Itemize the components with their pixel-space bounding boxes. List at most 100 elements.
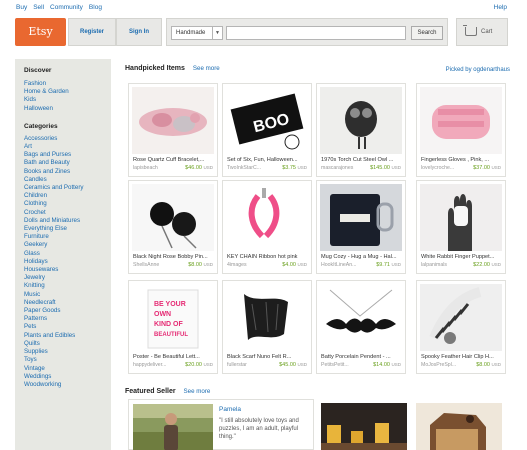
product-image[interactable]: BE YOUR OWN KIND OF BEAUTIFUL xyxy=(132,284,214,351)
shop-name[interactable]: happydeliver... xyxy=(133,362,166,368)
product-image[interactable] xyxy=(420,284,502,351)
sidebar-item-kids[interactable]: Kids xyxy=(24,96,111,104)
sidebar-item-weddings[interactable]: Weddings xyxy=(24,373,111,381)
product-card[interactable]: Batty Porcelain Pendent - ... PetitsPetit… xyxy=(316,280,406,374)
search-category-select[interactable]: Handmade ▼ xyxy=(171,26,223,40)
sidebar-item-vintage[interactable]: Vintage xyxy=(24,365,111,373)
cart-button[interactable]: Cart xyxy=(456,18,508,46)
sidebar-item-bath-and-beauty[interactable]: Bath and Beauty xyxy=(24,159,111,167)
product-title[interactable]: Batty Porcelain Pendent - ... xyxy=(321,354,403,360)
product-card[interactable]: Fingerless Gloves , Pink, ... lovelycroch… xyxy=(416,83,506,177)
product-image[interactable] xyxy=(320,284,402,351)
product-title[interactable]: KEY CHAIN Ribbon hot pink xyxy=(227,254,309,260)
featured-see-more-link[interactable]: See more xyxy=(184,388,211,395)
shop-name[interactable]: ShellsAnne xyxy=(133,262,159,268)
product-title[interactable]: Black Night Rose Bobby Pin... xyxy=(133,254,215,260)
product-image[interactable]: BOO xyxy=(226,87,308,154)
shop-name[interactable]: fullerstar xyxy=(227,362,247,368)
shop-name[interactable]: 4images xyxy=(227,262,247,268)
sidebar-item-supplies[interactable]: Supplies xyxy=(24,348,111,356)
shop-name[interactable]: HookItLineAn... xyxy=(321,262,356,268)
shop-name[interactable]: PetitsPetit... xyxy=(321,362,349,368)
search-input[interactable] xyxy=(226,26,406,40)
sidebar-item-knitting[interactable]: Knitting xyxy=(24,282,111,290)
handpicked-see-more-link[interactable]: See more xyxy=(193,65,220,72)
sidebar-item-quilts[interactable]: Quilts xyxy=(24,340,111,348)
product-title[interactable]: Black Scarf Nuno Felt R... xyxy=(227,354,309,360)
sign-in-button[interactable]: Sign In xyxy=(116,18,162,46)
product-card[interactable]: White Rabbit Finger Puppet... lalpanimals… xyxy=(416,180,506,274)
sidebar-item-halloween[interactable]: Halloween xyxy=(24,105,111,113)
register-button[interactable]: Register xyxy=(68,18,116,46)
product-card[interactable]: Black Scarf Nuno Felt R... fullerstar $45.… xyxy=(222,280,312,374)
product-title[interactable]: White Rabbit Finger Puppet... xyxy=(421,254,503,260)
sidebar-item-bags-and-purses[interactable]: Bags and Purses xyxy=(24,151,111,159)
etsy-logo[interactable]: Etsy xyxy=(15,18,66,46)
sidebar-item-holidays[interactable]: Holidays xyxy=(24,258,111,266)
sidebar-item-jewelry[interactable]: Jewelry xyxy=(24,274,111,282)
product-image[interactable] xyxy=(226,284,308,351)
product-image[interactable] xyxy=(226,184,308,251)
nav-sell-link[interactable]: Sell xyxy=(33,4,44,11)
sidebar-item-children[interactable]: Children xyxy=(24,192,111,200)
shop-name[interactable]: TwoInkStarC... xyxy=(227,165,261,171)
product-image[interactable] xyxy=(132,184,214,251)
sidebar-item-music[interactable]: Music xyxy=(24,291,111,299)
sidebar-item-housewares[interactable]: Housewares xyxy=(24,266,111,274)
product-card[interactable]: Black Night Rose Bobby Pin... ShellsAnne $… xyxy=(128,180,218,274)
nav-community-link[interactable]: Community xyxy=(50,4,83,11)
sidebar-item-furniture[interactable]: Furniture xyxy=(24,233,111,241)
product-title[interactable]: Spooky Feather Hair Clip H... xyxy=(421,354,503,360)
sidebar-item-candles[interactable]: Candles xyxy=(24,176,111,184)
product-image[interactable] xyxy=(420,87,502,154)
help-link[interactable]: Help xyxy=(494,4,507,11)
product-card[interactable]: Rose Quartz Cuff Bracelet,... lapisbeach $… xyxy=(128,83,218,177)
sidebar-item-paper-goods[interactable]: Paper Goods xyxy=(24,307,111,315)
shop-name[interactable]: lovelycroche... xyxy=(421,165,454,171)
product-card[interactable]: KEY CHAIN Ribbon hot pink 4images $4.00 US… xyxy=(222,180,312,274)
product-title[interactable]: Rose Quartz Cuff Bracelet,... xyxy=(133,157,215,163)
sidebar-item-pets[interactable]: Pets xyxy=(24,323,111,331)
sidebar-item-books-and-zines[interactable]: Books and Zines xyxy=(24,168,111,176)
shop-name[interactable]: mascarajones xyxy=(321,165,353,171)
sidebar-item-everything-else[interactable]: Everything Else xyxy=(24,225,111,233)
sidebar-item-art[interactable]: Art xyxy=(24,143,111,151)
featured-item-image[interactable] xyxy=(416,403,502,450)
sidebar-item-clothing[interactable]: Clothing xyxy=(24,200,111,208)
product-title[interactable]: Poster - Be Beautiful Lett... xyxy=(133,354,215,360)
sidebar-item-geekery[interactable]: Geekery xyxy=(24,241,111,249)
product-card[interactable]: 1970s Torch Cut Steel Owl ... mascarajone… xyxy=(316,83,406,177)
product-image[interactable] xyxy=(320,87,402,154)
nav-buy-link[interactable]: Buy xyxy=(16,4,27,11)
sidebar-item-needlecraft[interactable]: Needlecraft xyxy=(24,299,111,307)
featured-item-image[interactable] xyxy=(321,403,407,450)
nav-blog-link[interactable]: Blog xyxy=(89,4,102,11)
sidebar-item-ceramics-and-pottery[interactable]: Ceramics and Pottery xyxy=(24,184,111,192)
featured-seller-card[interactable]: Pamela "I still absolutely love toys and… xyxy=(128,399,314,450)
product-card[interactable]: BOO Set of Six, Fun, Halloween... TwoInkSt… xyxy=(222,83,312,177)
shop-name[interactable]: lalpanimals xyxy=(421,262,447,268)
sidebar-item-plants-and-edibles[interactable]: Plants and Edibles xyxy=(24,332,111,340)
sidebar-item-fashion[interactable]: Fashion xyxy=(24,80,111,88)
product-card[interactable]: Spooky Feather Hair Clip H... MoJosPreSpl… xyxy=(416,280,506,374)
sidebar-item-home-garden[interactable]: Home & Garden xyxy=(24,88,111,96)
sidebar-item-glass[interactable]: Glass xyxy=(24,250,111,258)
product-image[interactable] xyxy=(132,87,214,154)
product-card[interactable]: BE YOUR OWN KIND OF BEAUTIFUL Poster - Be Be… xyxy=(128,280,218,374)
seller-name-link[interactable]: Pamela xyxy=(219,406,241,413)
sidebar-item-dolls-and-miniatures[interactable]: Dolls and Miniatures xyxy=(24,217,111,225)
product-title[interactable]: Fingerless Gloves , Pink, ... xyxy=(421,157,503,163)
product-image[interactable] xyxy=(320,184,402,251)
shop-name[interactable]: MoJosPreSpl... xyxy=(421,362,456,368)
product-image[interactable] xyxy=(420,184,502,251)
product-title[interactable]: 1970s Torch Cut Steel Owl ... xyxy=(321,157,403,163)
sidebar-item-toys[interactable]: Toys xyxy=(24,356,111,364)
sidebar-item-woodworking[interactable]: Woodworking xyxy=(24,381,111,389)
sidebar-item-accessories[interactable]: Accessories xyxy=(24,135,111,143)
product-title[interactable]: Set of Six, Fun, Halloween... xyxy=(227,157,309,163)
search-button[interactable]: Search xyxy=(411,26,443,40)
shop-name[interactable]: lapisbeach xyxy=(133,165,158,171)
product-title[interactable]: Mug Cozy - Hug a Mug - Hal... xyxy=(321,254,403,260)
sidebar-item-patterns[interactable]: Patterns xyxy=(24,315,111,323)
sidebar-item-crochet[interactable]: Crochet xyxy=(24,209,111,217)
